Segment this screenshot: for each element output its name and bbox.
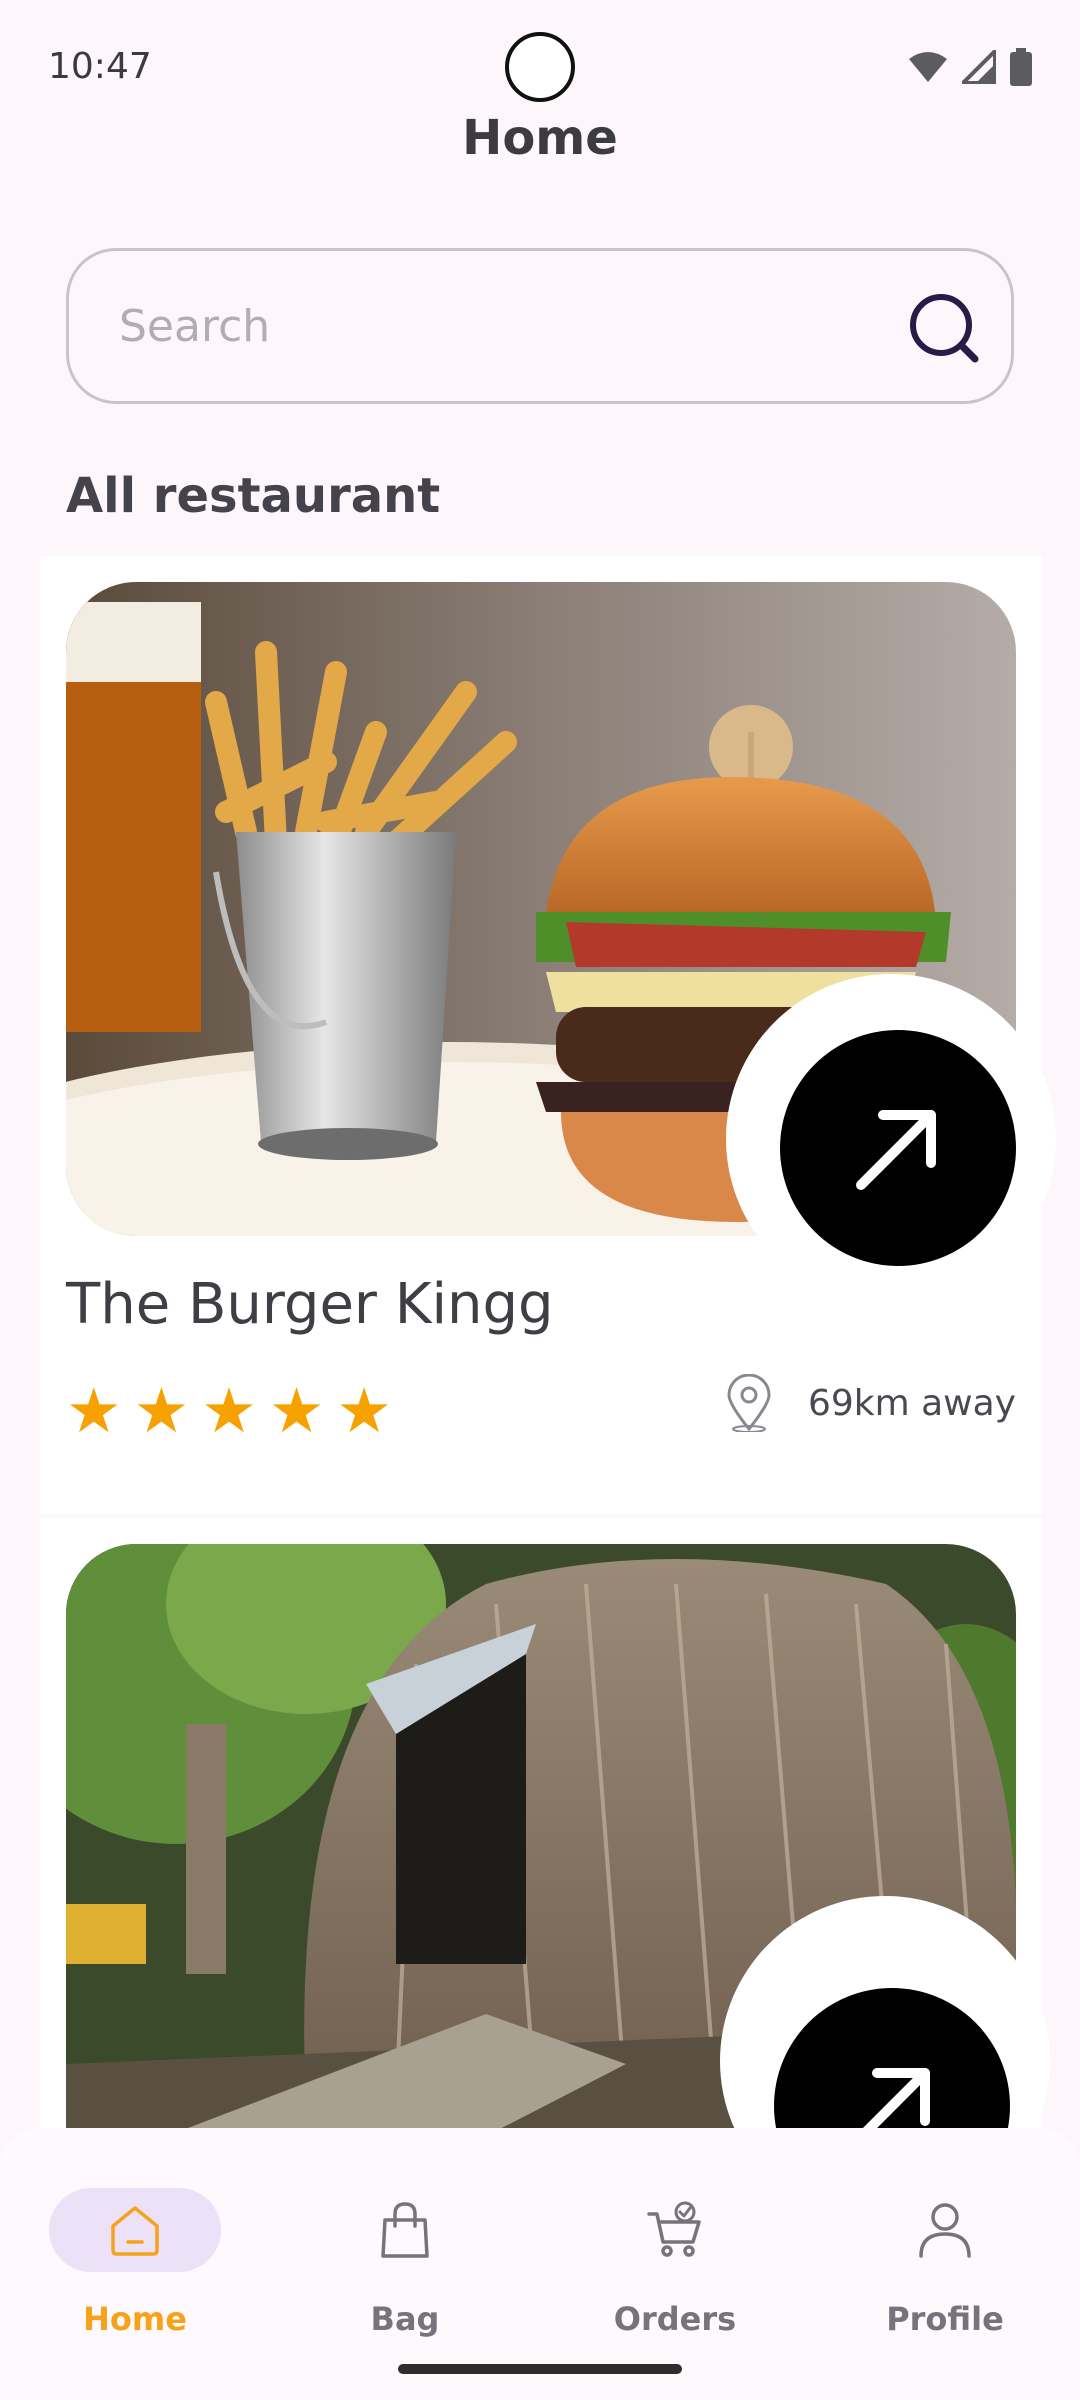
section-title: All restaurant [66,468,441,524]
star-icon: ★ [336,1374,392,1447]
star-icon: ★ [201,1374,257,1447]
home-icon [111,2206,159,2256]
search-icon[interactable] [905,289,985,369]
nav-item-profile[interactable]: Profile [825,2158,1065,2358]
search-input[interactable] [119,251,879,401]
arrow-up-right-icon [856,1110,936,1190]
gesture-home-indicator[interactable] [398,2364,682,2374]
bottom-navigation: Home Bag Orders Profile [0,2128,1080,2400]
nav-label-home: Home [83,2300,187,2338]
cellular-signal-icon [962,50,996,84]
nav-item-orders[interactable]: Orders [555,2158,795,2358]
battery-icon [1010,48,1032,86]
profile-icon [919,2203,971,2258]
star-icon: ★ [268,1374,325,1447]
wifi-icon [909,52,947,82]
restaurant-distance: 69km away [726,1374,1016,1432]
restaurant-name: The Burger Kingg [66,1272,554,1337]
star-icon: ★ [133,1374,190,1447]
status-icons [908,48,1032,86]
distance-label: 69km away [807,1382,1016,1424]
status-time: 10:47 [48,46,152,87]
nav-item-home[interactable]: Home [15,2158,255,2358]
star-icon: ★ [66,1374,122,1447]
front-camera [505,32,575,102]
search-bar[interactable] [66,248,1014,404]
restaurant-card[interactable]: The Burger Kingg ★ ★ ★ ★ ★ 69km away [40,556,1056,1514]
rating-stars: ★ ★ ★ ★ ★ [66,1376,392,1446]
nav-label-profile: Profile [886,2300,1004,2338]
open-restaurant-button[interactable] [780,1030,1016,1266]
bag-icon [381,2202,429,2258]
orders-cart-icon [647,2201,701,2257]
location-pin-icon [727,1374,771,1432]
page-title: Home [462,110,618,166]
nav-label-orders: Orders [613,2300,737,2338]
nav-label-bag: Bag [370,2300,440,2338]
home-screen: 10:47 Home All restaurant [0,0,1080,2400]
nav-item-bag[interactable]: Bag [285,2158,525,2358]
